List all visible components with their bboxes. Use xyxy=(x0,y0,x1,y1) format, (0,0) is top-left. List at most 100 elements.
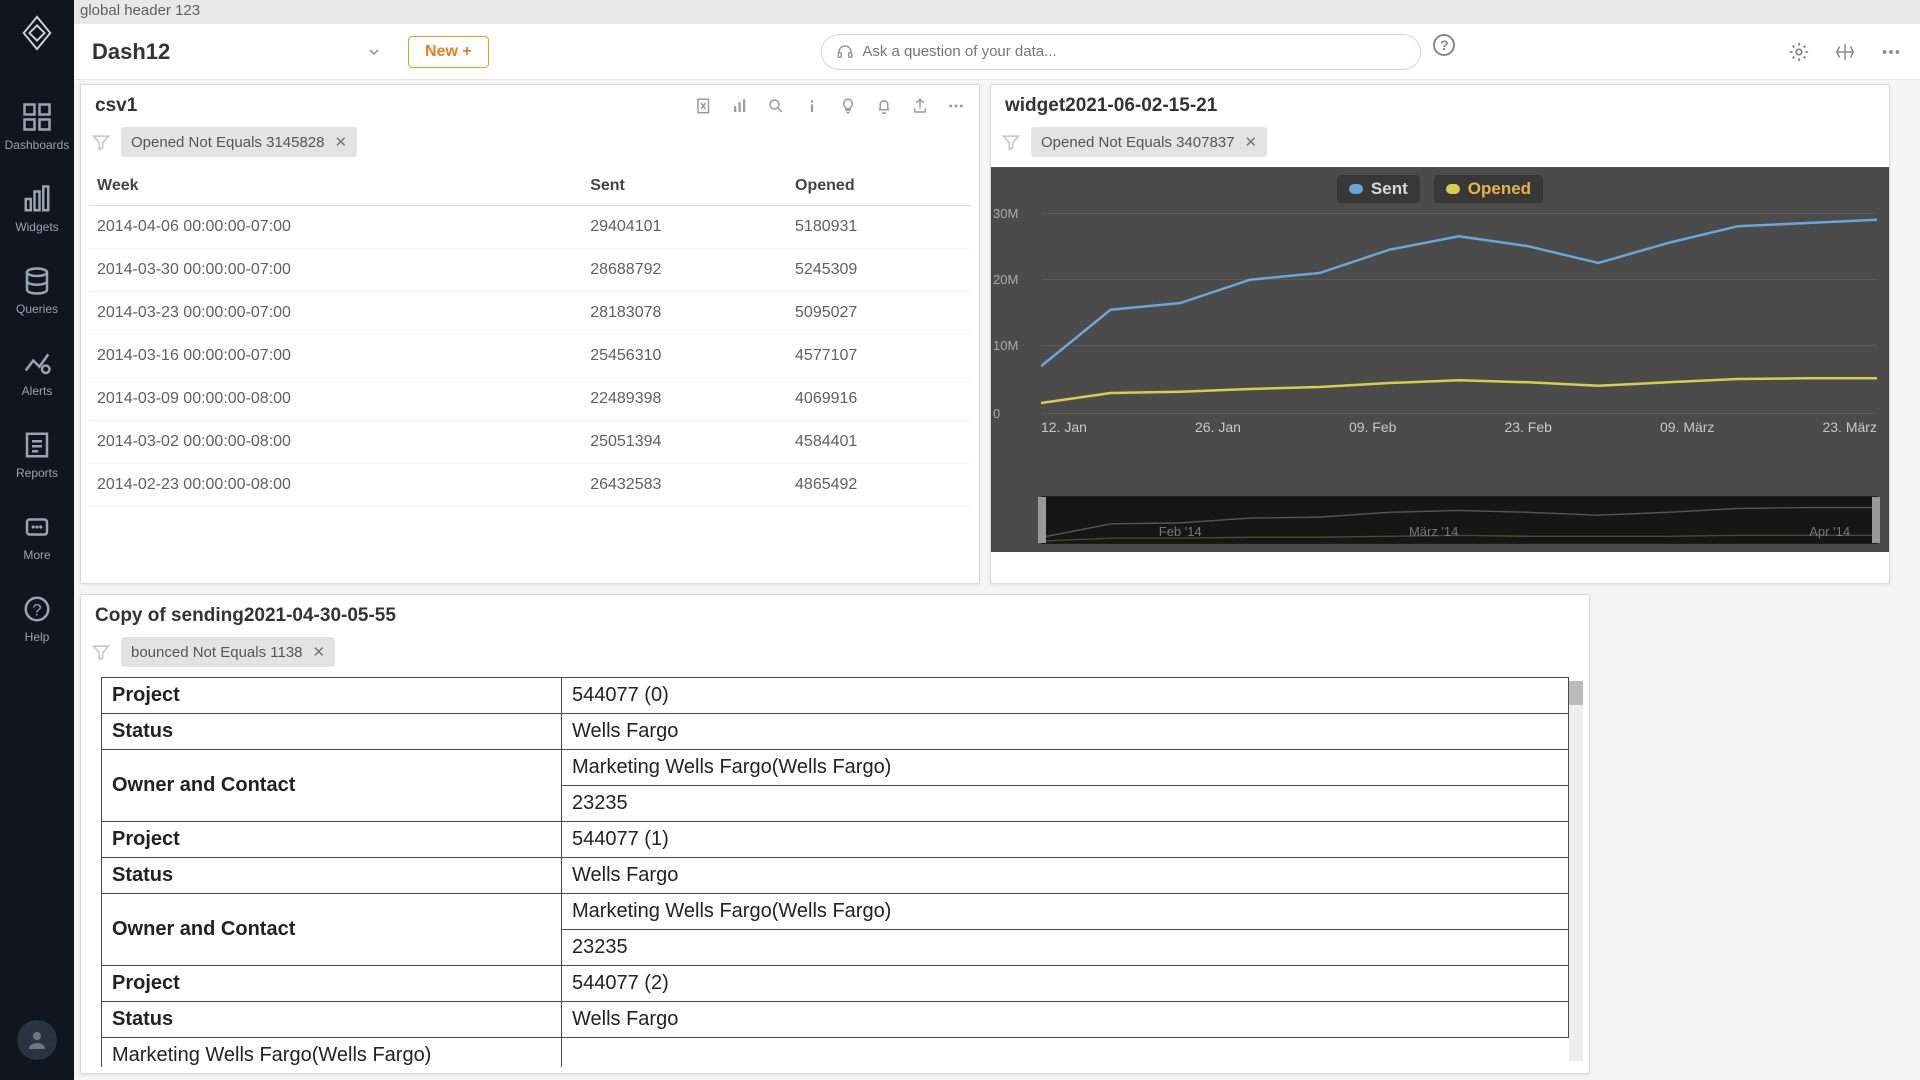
filter-icon[interactable] xyxy=(1001,132,1021,152)
remove-filter-button[interactable]: ✕ xyxy=(313,643,326,661)
settings-button[interactable] xyxy=(1788,41,1810,63)
value-cell: 544077 (0) xyxy=(562,678,1569,714)
ask-input[interactable] xyxy=(862,43,1406,60)
share-button[interactable] xyxy=(911,97,929,115)
remove-filter-button[interactable]: ✕ xyxy=(334,133,347,151)
cell: 2014-04-06 00:00:00-07:00 xyxy=(89,206,582,249)
x-tick: 09. März xyxy=(1660,419,1714,435)
x-axis-labels: 12. Jan 26. Jan 09. Feb 23. Feb 09. März… xyxy=(1041,419,1877,435)
time-brush[interactable]: Feb '14 März '14 Apr '14 xyxy=(1041,496,1877,544)
legend-opened[interactable]: Opened xyxy=(1434,175,1543,203)
scrollbar[interactable] xyxy=(1569,681,1583,1061)
widget-title: csv1 xyxy=(95,95,137,117)
cell: 26432583 xyxy=(582,464,787,507)
search-button[interactable] xyxy=(767,97,785,115)
cell: 5180931 xyxy=(787,206,971,249)
nav-dashboards[interactable]: Dashboards xyxy=(5,102,70,152)
col-week[interactable]: Week xyxy=(89,167,582,206)
key-cell: Status xyxy=(102,858,562,894)
table-row[interactable]: 2014-03-30 00:00:00-07:00286887925245309 xyxy=(89,249,971,292)
nav-more[interactable]: More xyxy=(22,512,52,562)
info-button[interactable] xyxy=(803,97,821,115)
table-scroll[interactable]: Week Sent Opened 2014-04-06 00:00:00-07:… xyxy=(81,167,979,537)
col-opened[interactable]: Opened xyxy=(787,167,971,206)
app-logo[interactable] xyxy=(16,12,58,54)
brush-handle-right[interactable] xyxy=(1872,497,1880,543)
alert-button[interactable] xyxy=(875,97,893,115)
detail-scroll[interactable]: Project544077 (0)StatusWells FargoOwner … xyxy=(81,677,1589,1067)
cell: 29404101 xyxy=(582,206,787,249)
more-icon xyxy=(22,512,52,542)
scroll-thumb[interactable] xyxy=(1569,681,1583,705)
cell: 2014-03-16 00:00:00-07:00 xyxy=(89,335,582,378)
cell: 25051394 xyxy=(582,421,787,464)
brush-label: Apr '14 xyxy=(1809,524,1850,539)
remove-filter-button[interactable]: ✕ xyxy=(1244,133,1257,151)
nav-label: Widgets xyxy=(15,220,58,234)
table-row[interactable]: 2014-04-06 00:00:00-07:00294041015180931 xyxy=(89,206,971,249)
nav-label: Reports xyxy=(16,466,58,480)
chart-icon xyxy=(731,97,749,115)
brush-handle-left[interactable] xyxy=(1038,497,1046,543)
y-tick: 20M xyxy=(993,272,1018,287)
chart-area: Sent Opened 30M 20M 10M 0 12. Jan 26. Ja… xyxy=(991,167,1889,552)
bars-icon xyxy=(22,184,52,214)
cell: 4584401 xyxy=(787,421,971,464)
legend-sent[interactable]: Sent xyxy=(1337,175,1420,203)
nav-widgets[interactable]: Widgets xyxy=(15,184,58,234)
x-tick: 09. Feb xyxy=(1349,419,1396,435)
x-tick: 23. Feb xyxy=(1504,419,1551,435)
nav-reports[interactable]: Reports xyxy=(16,430,58,480)
cell: 4865492 xyxy=(787,464,971,507)
value-cell: Wells Fargo xyxy=(562,714,1569,750)
alert-icon xyxy=(22,348,52,378)
value-cell: Wells Fargo xyxy=(562,1002,1569,1038)
nav-queries[interactable]: Queries xyxy=(16,266,58,316)
nav-alerts[interactable]: Alerts xyxy=(22,348,53,398)
value-cell: Wells Fargo xyxy=(562,858,1569,894)
export-icon xyxy=(695,97,713,115)
table-row: StatusWells Fargo xyxy=(102,1002,1569,1038)
col-sent[interactable]: Sent xyxy=(582,167,787,206)
chart-svg xyxy=(1041,213,1877,413)
dashboard-name: Dash12 xyxy=(92,39,170,65)
filter-chip[interactable]: Opened Not Equals 3407837 ✕ xyxy=(1031,127,1267,157)
table-row: Owner and ContactMarketing Wells Fargo(W… xyxy=(102,894,1569,930)
value-cell: 23235 xyxy=(562,786,1569,822)
new-button[interactable]: New + xyxy=(408,36,489,68)
more-button[interactable] xyxy=(1880,41,1902,63)
filter-chip[interactable]: bounced Not Equals 1138 ✕ xyxy=(121,637,335,667)
table-row[interactable]: 2014-03-09 00:00:00-08:00224893984069916 xyxy=(89,378,971,421)
filter-icon[interactable] xyxy=(91,132,111,152)
user-avatar[interactable] xyxy=(17,1020,57,1060)
ask-search-box[interactable] xyxy=(821,34,1421,70)
key-cell: Owner and Contact xyxy=(102,750,562,822)
x-tick: 23. März xyxy=(1822,419,1876,435)
table-row[interactable]: 2014-03-23 00:00:00-07:00281830785095027 xyxy=(89,292,971,335)
database-icon xyxy=(22,266,52,296)
detail-table: Project544077 (0)StatusWells FargoOwner … xyxy=(101,677,1569,1067)
idea-button[interactable] xyxy=(839,97,857,115)
widget-more-button[interactable] xyxy=(947,97,965,115)
info-icon xyxy=(803,97,821,115)
nav-help[interactable]: ? Help xyxy=(22,594,52,644)
gear-icon xyxy=(1788,41,1810,63)
table-row[interactable]: 2014-03-02 00:00:00-08:00250513944584401 xyxy=(89,421,971,464)
cell: 2014-02-23 00:00:00-08:00 xyxy=(89,464,582,507)
table-row[interactable]: 2014-02-23 00:00:00-08:00264325834865492 xyxy=(89,464,971,507)
cell: 2014-03-23 00:00:00-07:00 xyxy=(89,292,582,335)
chart-plot[interactable]: 30M 20M 10M 0 xyxy=(1041,213,1877,413)
cell: 25456310 xyxy=(582,335,787,378)
help-button[interactable]: ? xyxy=(1433,34,1455,56)
export-button[interactable] xyxy=(695,97,713,115)
nav-label: Dashboards xyxy=(5,138,70,152)
filter-chip[interactable]: Opened Not Equals 3145828 ✕ xyxy=(121,127,357,157)
chart-type-button[interactable] xyxy=(731,97,749,115)
table-row: Marketing Wells Fargo(Wells Fargo) xyxy=(102,1038,1569,1068)
chevron-down-icon xyxy=(366,44,382,60)
filter-icon[interactable] xyxy=(91,642,111,662)
layout-button[interactable] xyxy=(1834,41,1856,63)
table-row[interactable]: 2014-03-16 00:00:00-07:00254563104577107 xyxy=(89,335,971,378)
cell: 4577107 xyxy=(787,335,971,378)
dashboard-selector[interactable]: Dash12 xyxy=(92,39,382,65)
